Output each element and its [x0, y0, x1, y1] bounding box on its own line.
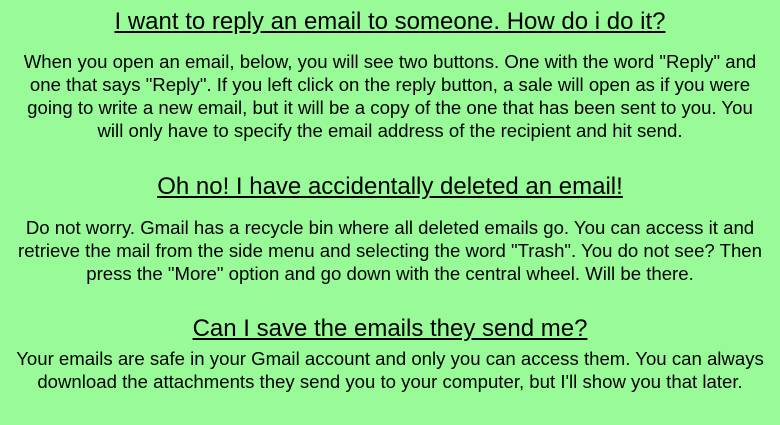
faq-question: Oh no! I have accidentally deleted an em…: [157, 173, 623, 200]
faq-section-reply: I want to reply an email to someone. How…: [0, 8, 780, 142]
faq-section-deleted: Oh no! I have accidentally deleted an em…: [0, 173, 780, 285]
faq-answer: Your emails are safe in your Gmail accou…: [16, 348, 764, 392]
faq-section-save: Can I save the emails they send me? Your…: [0, 315, 780, 393]
faq-question: Can I save the emails they send me?: [192, 315, 588, 342]
faq-answer: When you open an email, below, you will …: [23, 51, 757, 141]
faq-question: I want to reply an email to someone. How…: [114, 8, 666, 35]
faq-answer: Do not worry. Gmail has a recycle bin wh…: [18, 217, 762, 284]
